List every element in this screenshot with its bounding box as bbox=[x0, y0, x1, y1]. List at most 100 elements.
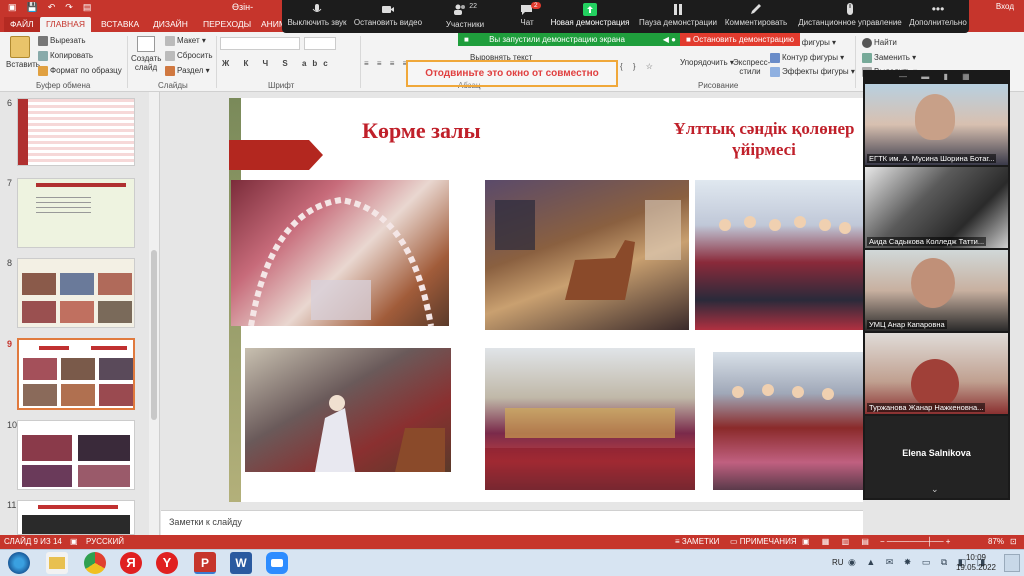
participant-tile[interactable]: ЕГТК им. А. Мусина Шорина Ботаг... bbox=[865, 84, 1008, 165]
tab-file[interactable]: ФАЙЛ bbox=[4, 17, 40, 32]
sharing-banner-text: Вы запустили демонстрацию экрана bbox=[489, 35, 625, 44]
section-button[interactable]: Раздел ▾ bbox=[165, 66, 210, 76]
start-button-icon[interactable] bbox=[8, 552, 30, 574]
font-size-select[interactable] bbox=[304, 37, 336, 50]
quick-access-toolbar: ▣ 💾 ↶ ↷ ▤ bbox=[8, 2, 91, 13]
stop-square-icon: ■ bbox=[685, 35, 694, 44]
sharing-status-icons: ◀ ● bbox=[662, 35, 676, 44]
slide-thumbnail-11[interactable] bbox=[17, 500, 135, 535]
notification-center-icon[interactable] bbox=[1004, 554, 1020, 572]
comments-toggle[interactable]: ▭ ПРИМЕЧАНИЯ bbox=[730, 535, 797, 549]
copy-label: Копировать bbox=[50, 51, 94, 61]
new-share-button[interactable]: Новая демонстрация bbox=[550, 3, 630, 27]
zoom-slider[interactable]: − ───────┼── + bbox=[880, 535, 950, 549]
thumb-title-line bbox=[38, 505, 118, 509]
participant-tile[interactable]: УМЦ Анар Капаровна bbox=[865, 250, 1008, 331]
replace-button[interactable]: Заменить ▾ bbox=[862, 53, 916, 63]
tab-design[interactable]: ДИЗАЙН bbox=[147, 17, 194, 32]
cut-button[interactable]: Вырезать bbox=[38, 36, 86, 46]
explorer-icon[interactable] bbox=[46, 552, 68, 574]
slide-thumbnail-7[interactable] bbox=[17, 178, 135, 248]
participant-tile[interactable]: Туржанова Жанар Нажкеновна... bbox=[865, 333, 1008, 414]
quick-styles-button[interactable]: Экспресс-стили bbox=[733, 58, 770, 76]
slide-title-right[interactable]: Ұлттық сәндік қолөнер үйірмесі bbox=[659, 118, 863, 160]
participants-button[interactable]: 22 Участники bbox=[442, 3, 488, 29]
zoom-taskbar-icon[interactable] bbox=[266, 552, 288, 574]
photo-museum-horse[interactable] bbox=[485, 180, 689, 330]
slide-thumbnail-10[interactable] bbox=[17, 420, 135, 490]
photo-handicraft-display[interactable] bbox=[485, 348, 695, 490]
view-buttons[interactable]: ▣ ▦ ▥ ▤ bbox=[802, 535, 874, 549]
tab-insert[interactable]: ВСТАВКА bbox=[95, 17, 145, 32]
yandex-browser-icon[interactable]: Y bbox=[156, 552, 178, 574]
redo-icon[interactable]: ↷ bbox=[65, 2, 73, 13]
photo-figures-exhibit[interactable] bbox=[245, 348, 451, 472]
tab-home[interactable]: ГЛАВНАЯ bbox=[40, 17, 91, 32]
participant-tile[interactable]: Elena Salnikova ⌄ bbox=[865, 416, 1008, 498]
chrome-icon[interactable] bbox=[84, 552, 106, 574]
thumb-photo bbox=[22, 515, 130, 534]
powerpoint-taskbar-icon[interactable]: P bbox=[194, 552, 216, 574]
language-indicator[interactable]: РУССКИЙ bbox=[86, 535, 124, 549]
slide-title-left[interactable]: Көрме залы bbox=[362, 118, 481, 144]
font-name-select[interactable] bbox=[220, 37, 300, 50]
participant-tile[interactable]: Аида Садыкова Колледж Татти... bbox=[865, 167, 1008, 248]
comment-icon: ▭ bbox=[730, 537, 740, 546]
photo-people-costumes[interactable] bbox=[713, 352, 863, 490]
login-link[interactable]: Вход bbox=[996, 2, 1014, 11]
fit-slide-icon[interactable]: ⊡ bbox=[1010, 535, 1017, 549]
paste-button[interactable]: Вставить bbox=[6, 36, 40, 69]
system-clock[interactable]: 10:09 19.05.2022 bbox=[956, 553, 996, 573]
thumb-title-line bbox=[39, 346, 69, 350]
copy-button[interactable]: Копировать bbox=[38, 51, 93, 61]
tab-transitions[interactable]: ПЕРЕХОДЫ bbox=[197, 17, 257, 32]
font-style-buttons[interactable]: Ж К Ч S abc bbox=[222, 59, 334, 68]
start-show-icon[interactable]: ▤ bbox=[83, 2, 92, 13]
section-icon bbox=[165, 66, 175, 76]
find-button[interactable]: Найти bbox=[862, 38, 897, 48]
notes-toggle[interactable]: ≡ ЗАМЕТКИ bbox=[675, 535, 719, 549]
stop-video-button[interactable]: Остановить видео bbox=[352, 3, 424, 27]
shape-effects-button[interactable]: Эффекты фигуры ▾ bbox=[770, 67, 855, 77]
slide-notes-field[interactable]: Заметки к слайду bbox=[161, 510, 863, 535]
layout-icons[interactable]: — ▬ ▮ ▦ bbox=[899, 72, 976, 81]
shape-outline-button[interactable]: Контур фигуры ▾ bbox=[770, 53, 844, 63]
spellcheck-icon[interactable]: ▣ bbox=[70, 535, 78, 549]
thumb-photo bbox=[98, 273, 132, 295]
stop-share-button[interactable]: ■ Остановить демонстрацию bbox=[680, 33, 800, 46]
slide-thumbnail-9[interactable] bbox=[17, 338, 135, 410]
photo-group-costumes[interactable] bbox=[695, 180, 863, 330]
zoom-meeting-toolbar: Выключить звук Остановить видео 22 Участ… bbox=[282, 0, 969, 33]
layout-icon bbox=[165, 36, 175, 46]
thumb-photo bbox=[99, 358, 133, 380]
annotate-button[interactable]: Комментировать bbox=[722, 3, 790, 27]
slide-title-right-line1: Ұлттық сәндік қолөнер bbox=[673, 119, 855, 138]
yandex-icon[interactable]: Я bbox=[120, 552, 142, 574]
save-icon[interactable]: 💾 bbox=[27, 2, 38, 13]
slide-canvas[interactable]: Көрме залы Ұлттық сәндік қолөнер үйірмес… bbox=[229, 98, 863, 502]
more-button[interactable]: ••• Дополнительно bbox=[908, 3, 968, 28]
layout-button[interactable]: Макет ▾ bbox=[165, 36, 206, 46]
pause-share-button[interactable]: Пауза демонстрации bbox=[638, 3, 718, 27]
participant-name: ЕГТК им. А. Мусина Шорина Ботаг... bbox=[867, 154, 997, 163]
layout-label: Макет bbox=[177, 36, 200, 46]
format-painter-button[interactable]: Формат по образцу bbox=[38, 66, 122, 76]
remote-control-button[interactable]: Дистанционное управление bbox=[794, 3, 906, 27]
new-slide-button[interactable]: Создать слайд bbox=[131, 36, 161, 72]
chevron-down-icon[interactable]: ⌄ bbox=[931, 484, 939, 495]
arrange-button[interactable]: Упорядочить ▾ bbox=[680, 58, 734, 67]
slide-thumbnail-8[interactable] bbox=[17, 258, 135, 328]
chat-button[interactable]: 2 Чат bbox=[512, 2, 542, 27]
mute-button[interactable]: Выключить звук bbox=[284, 3, 350, 27]
photo-yurt-interior[interactable] bbox=[231, 180, 449, 326]
zoom-level[interactable]: 87% bbox=[988, 535, 1004, 549]
shapes-gallery[interactable]: { } ☆ bbox=[620, 62, 657, 71]
paragraph-align-buttons[interactable]: ≡ ≡ ≡ ≡ bbox=[364, 59, 410, 68]
word-taskbar-icon[interactable]: W bbox=[230, 552, 252, 574]
undo-icon[interactable]: ↶ bbox=[48, 2, 56, 13]
input-language[interactable]: RU bbox=[832, 558, 844, 567]
thumbnails-scroll-thumb[interactable] bbox=[151, 250, 157, 420]
slide-thumbnail-6[interactable] bbox=[17, 98, 135, 166]
shape-effects-label: Эффекты фигуры bbox=[782, 67, 849, 77]
reset-button[interactable]: Сбросить bbox=[165, 51, 213, 61]
